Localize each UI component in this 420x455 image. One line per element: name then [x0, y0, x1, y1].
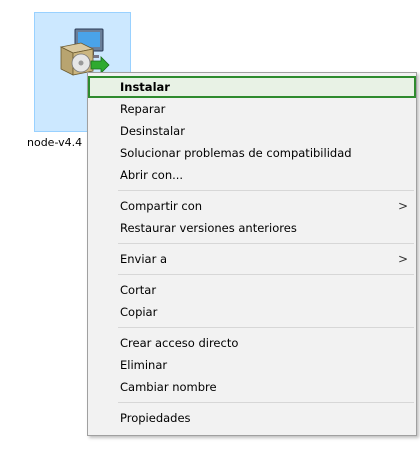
file-label-container: node-v4.4: [27, 131, 87, 147]
menu-item-abrir-con[interactable]: Abrir con...: [88, 164, 416, 186]
menu-item-label: Cambiar nombre: [120, 380, 217, 394]
menu-item-cortar[interactable]: Cortar: [88, 279, 416, 301]
submenu-arrow-icon: >: [397, 252, 408, 266]
menu-separator: [118, 402, 414, 403]
menu-item-propiedades[interactable]: Propiedades: [88, 407, 416, 429]
menu-separator: [118, 327, 414, 328]
menu-item-label: Enviar a: [120, 252, 168, 266]
menu-item-instalar[interactable]: Instalar: [88, 76, 416, 98]
menu-item-copiar[interactable]: Copiar: [88, 301, 416, 323]
menu-separator: [118, 274, 414, 275]
menu-item-label: Crear acceso directo: [120, 336, 239, 350]
menu-item-desinstalar[interactable]: Desinstalar: [88, 120, 416, 142]
file-label: node-v4.4: [27, 136, 83, 147]
menu-item-eliminar[interactable]: Eliminar: [88, 354, 416, 376]
menu-item-cambiar-nombre[interactable]: Cambiar nombre: [88, 376, 416, 398]
menu-item-label: Abrir con...: [120, 168, 184, 182]
menu-item-label: Eliminar: [120, 358, 168, 372]
menu-item-label: Desinstalar: [120, 124, 185, 138]
menu-item-crear-acceso-directo[interactable]: Crear acceso directo: [88, 332, 416, 354]
menu-item-solucionar-problemas-de-compatibilidad[interactable]: Solucionar problemas de compatibilidad: [88, 142, 416, 164]
menu-item-label: Copiar: [120, 305, 158, 319]
menu-item-enviar-a[interactable]: Enviar a >: [88, 248, 416, 270]
menu-separator: [118, 243, 414, 244]
menu-item-label: Instalar: [120, 80, 170, 94]
menu-item-restaurar-versiones-anteriores[interactable]: Restaurar versiones anteriores: [88, 217, 416, 239]
menu-item-label: Restaurar versiones anteriores: [120, 221, 297, 235]
menu-separator: [118, 190, 414, 191]
context-menu: Instalar Reparar Desinstalar Solucionar pro…: [87, 72, 417, 436]
menu-item-label: Reparar: [120, 102, 166, 116]
menu-item-compartir-con[interactable]: Compartir con >: [88, 195, 416, 217]
desktop: node-v4.4 Instalar Reparar Desinstalar Solu…: [0, 0, 420, 455]
menu-item-label: Compartir con: [120, 199, 203, 213]
menu-item-reparar[interactable]: Reparar: [88, 98, 416, 120]
menu-item-label: Propiedades: [120, 411, 191, 425]
menu-item-label: Solucionar problemas de compatibilidad: [120, 146, 352, 160]
menu-item-label: Cortar: [120, 283, 157, 297]
submenu-arrow-icon: >: [397, 199, 408, 213]
